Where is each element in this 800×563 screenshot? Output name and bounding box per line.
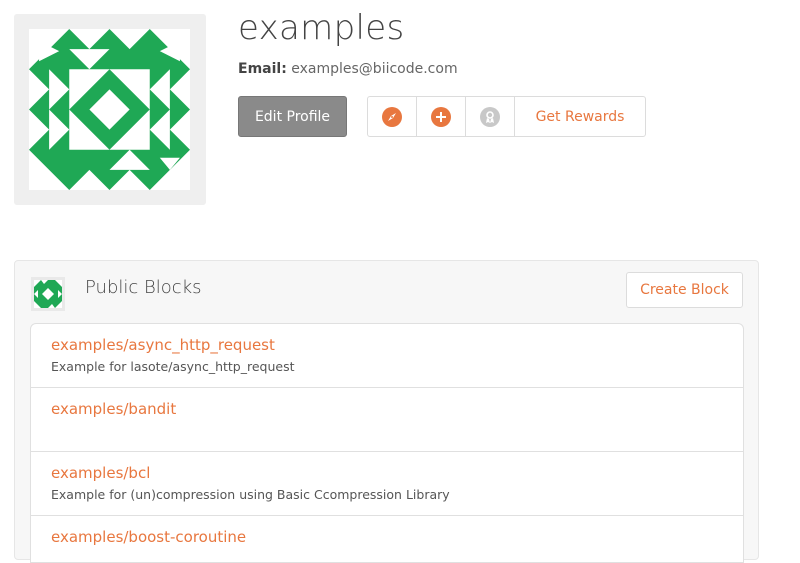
rewards-icon-button[interactable] — [466, 97, 515, 136]
email-value: examples@biicode.com — [291, 61, 458, 77]
block-link[interactable]: examples/bcl — [51, 463, 743, 483]
block-description: Example for (un)compression using Basic … — [51, 487, 450, 502]
block-description: Example for lasote/async_http_request — [51, 359, 295, 374]
block-avatar-icon — [31, 277, 65, 311]
list-item: examples/bandit — [31, 388, 743, 452]
list-item: examples/boost-coroutine — [31, 516, 743, 562]
email-label: Email: — [238, 61, 287, 77]
get-rewards-button[interactable]: Get Rewards — [515, 97, 645, 136]
profile-actions-group: Get Rewards — [367, 96, 646, 137]
explore-button[interactable] — [368, 97, 417, 136]
email-row: Email: examples@biicode.com — [238, 61, 458, 77]
block-list: examples/async_http_request Example for … — [30, 323, 744, 563]
list-item: examples/bcl Example for (un)compression… — [31, 452, 743, 516]
create-block-button[interactable]: Create Block — [626, 272, 743, 308]
block-link[interactable]: examples/bandit — [51, 399, 743, 419]
award-icon — [480, 106, 500, 127]
identicon-image — [29, 29, 190, 190]
compass-icon — [382, 106, 402, 127]
panel-title: Public Blocks — [85, 277, 202, 298]
add-button[interactable] — [417, 97, 466, 136]
block-link[interactable]: examples/boost-coroutine — [51, 527, 743, 547]
public-blocks-panel: Public Blocks Create Block examples/asyn… — [14, 260, 759, 563]
block-link[interactable]: examples/async_http_request — [51, 335, 743, 355]
plus-circle-icon — [431, 106, 451, 127]
profile-username: examples — [238, 8, 405, 48]
list-item: examples/async_http_request Example for … — [31, 324, 743, 388]
avatar — [14, 14, 206, 205]
edit-profile-button[interactable]: Edit Profile — [238, 96, 347, 137]
